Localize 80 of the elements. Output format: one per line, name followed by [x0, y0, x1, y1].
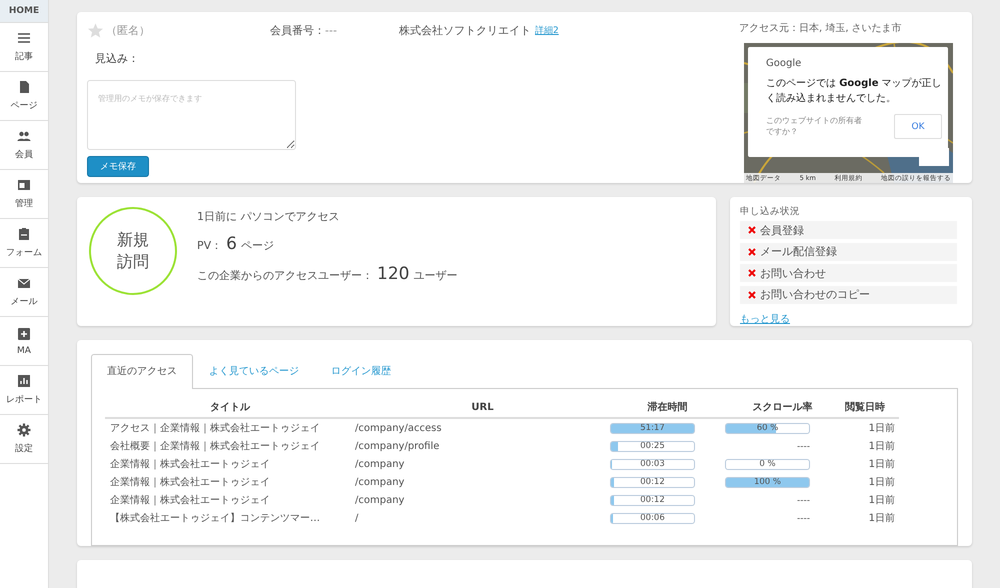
ok-button[interactable]: OK — [894, 114, 942, 139]
table-cell-text: ---- — [796, 496, 810, 506]
users-unit: ユーザー — [413, 268, 458, 283]
scroll-rate-bar: 0 % — [725, 458, 810, 470]
table-cell-text: 1日前 — [868, 494, 896, 508]
list-icon — [17, 31, 31, 45]
table-cell: / — [355, 509, 610, 527]
application-label: メール配信登録 — [760, 244, 837, 259]
settings-icon — [17, 423, 31, 437]
application-label: お問い合わせ — [760, 266, 826, 280]
table-cell-text: ---- — [796, 514, 810, 524]
table-cell: 企業情報｜株式会社エートゥジェイ — [105, 473, 355, 491]
sidebar-item[interactable]: 記事 — [0, 23, 48, 72]
table-cell: 会社概要｜企業情報｜株式会社エートゥジェイ — [105, 437, 355, 455]
star-icon[interactable] — [87, 22, 104, 38]
save-memo-button[interactable]: メモ保存 — [87, 156, 149, 177]
table-cell: /company/access — [355, 418, 610, 437]
application-label: お問い合わせのコピー — [760, 287, 870, 302]
column-header: タイトル — [105, 397, 355, 418]
dialog-question: このウェブサイトの所有者ですか？ — [766, 116, 863, 138]
column-header: スクロール率 — [725, 397, 840, 418]
company-name: 株式会社ソフトクリエイト — [399, 22, 531, 38]
chart-icon — [17, 374, 31, 388]
new-visit-badge: 新規 訪問 — [89, 207, 177, 295]
sidebar-item[interactable]: 会員 — [0, 121, 48, 170]
tab[interactable]: 直近のアクセス — [91, 354, 193, 389]
plus-box-icon — [17, 326, 31, 340]
table-cell: 企業情報｜株式会社エートゥジェイ — [105, 455, 355, 473]
clipboard-icon — [17, 227, 31, 241]
users-label: この企業からのアクセスユーザー： — [197, 268, 373, 283]
scroll-rate-bar: 100 % — [725, 476, 810, 488]
dwell-time-bar: 51:17 — [610, 422, 695, 434]
table-cell-text: 1日前 — [868, 476, 896, 490]
memo-field[interactable]: 管理用のメモが保存できます — [87, 80, 296, 150]
dialog-title: Google — [766, 58, 802, 69]
application-label: 会員登録 — [760, 222, 804, 238]
sidebar-item[interactable]: 設定 — [0, 415, 48, 464]
table-cell: /company — [355, 491, 610, 509]
sidebar-item[interactable]: メール — [0, 268, 48, 317]
table-cell: 企業情報｜株式会社エートゥジェイ — [105, 491, 355, 509]
sidebar-item[interactable]: MA — [0, 317, 48, 366]
pv-unit: ページ — [241, 238, 274, 253]
table-cell: /company — [355, 473, 610, 491]
access-location: アクセス元：日本, 埼玉, さいたま市 — [739, 22, 902, 35]
people-icon — [17, 129, 31, 143]
table-cell-text: 1日前 — [868, 440, 896, 454]
sidebar-item[interactable]: 管理 — [0, 170, 48, 219]
mail-icon — [17, 276, 31, 290]
table-cell-text: ---- — [796, 442, 810, 452]
last-access-text: 1日前に パソコンでアクセス — [197, 209, 340, 224]
dwell-time-bar: 00:03 — [610, 458, 695, 470]
prospect-label: 見込み： — [95, 51, 140, 66]
users-value: 120 — [377, 264, 410, 284]
dwell-time-bar: 00:06 — [610, 512, 695, 524]
pv-value: 6 — [226, 234, 237, 254]
applications-title: 申し込み状況 — [740, 205, 801, 218]
dwell-time-bar: 00:25 — [610, 440, 695, 452]
dwell-time-bar: 00:12 — [610, 476, 695, 488]
dwell-time-bar: 00:12 — [610, 494, 695, 506]
dialog-message: このページでは Google マップが正しく読み込まれませんでした。 — [766, 77, 942, 106]
card-icon — [17, 178, 31, 192]
table-cell-text: 1日前 — [868, 458, 896, 472]
table-cell: /company/profile — [355, 437, 610, 455]
table-cell: /company — [355, 455, 610, 473]
visitor-name: （匿名） — [106, 22, 151, 38]
document-icon — [17, 80, 31, 94]
sidebar-item[interactable]: フォーム — [0, 219, 48, 268]
sidebar-item[interactable]: レポート — [0, 366, 48, 415]
table-cell-text: 1日前 — [868, 512, 896, 526]
table-cell: 【株式会社エートゥジェイ】コンテンツマー… — [105, 509, 355, 527]
column-header: 滞在時間 — [610, 397, 725, 418]
table-cell: 1日前 — [840, 418, 899, 437]
home-link[interactable]: HOME — [0, 0, 48, 23]
column-header: 閲覧日時 — [840, 397, 899, 418]
member-number-label: 会員番号： — [270, 22, 325, 38]
pv-label: PV： — [197, 238, 222, 253]
sidebar-item[interactable]: ページ — [0, 72, 48, 121]
member-number: --- — [325, 24, 338, 36]
table-cell: アクセス｜企業情報｜株式会社エートゥジェイ — [105, 418, 355, 437]
column-header: URL — [355, 397, 610, 418]
